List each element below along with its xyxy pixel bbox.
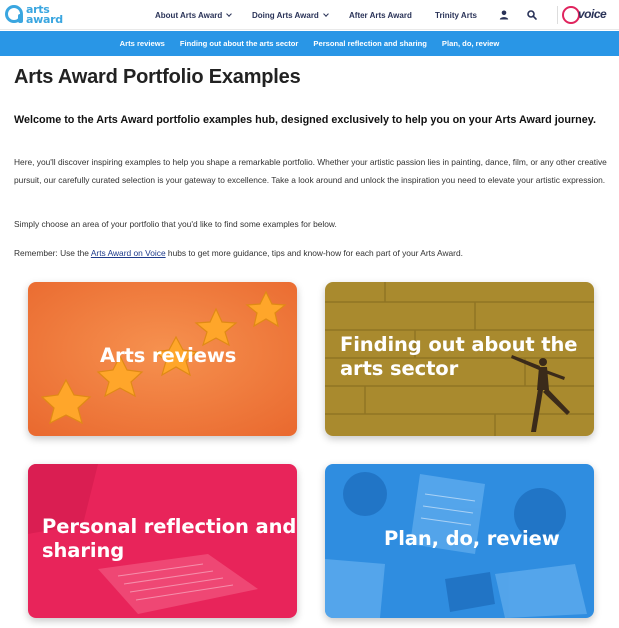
nav-about-label: About Arts Award xyxy=(155,10,223,20)
voice-hubs-link[interactable]: Arts Award on Voice xyxy=(91,248,166,258)
card-label: Finding out about the arts sector xyxy=(340,333,578,380)
card-label: Arts reviews xyxy=(100,344,237,367)
voice-logo[interactable]: voice xyxy=(562,6,618,24)
card-label: Plan, do, review xyxy=(384,527,560,550)
p3-text-before: Remember: Use the xyxy=(14,248,91,258)
nav-about[interactable]: About Arts Award xyxy=(155,0,233,30)
body-paragraph-2: Simply choose an area of your portfolio … xyxy=(14,219,337,229)
nav-trinity[interactable]: Trinity Arts xyxy=(435,0,477,30)
nav-trinity-label: Trinity Arts xyxy=(435,10,477,20)
logo-word-award: award xyxy=(26,13,63,26)
body-paragraph-1: Here, you'll discover inspiring examples… xyxy=(14,157,607,185)
card-plan-do-review[interactable]: Plan, do, review xyxy=(325,464,594,618)
nav-doing-label: Doing Arts Award xyxy=(252,10,319,20)
card-finding-out[interactable]: Finding out about the arts sector xyxy=(325,282,594,436)
nav-doing[interactable]: Doing Arts Award xyxy=(252,0,329,30)
intro-text: Welcome to the Arts Award portfolio exam… xyxy=(14,114,596,126)
user-icon[interactable] xyxy=(498,9,510,21)
page-title: Arts Award Portfolio Examples xyxy=(14,66,301,88)
nav-after[interactable]: After Arts Award xyxy=(349,0,412,30)
chevron-down-icon xyxy=(322,10,329,17)
chevron-down-icon xyxy=(226,10,233,17)
card-label: Personal reflection and sharing xyxy=(42,515,297,562)
arts-award-logo[interactable]: arts award xyxy=(5,3,67,26)
section-subnav: Arts reviews Finding out about the arts … xyxy=(0,31,619,56)
subnav-finding-out[interactable]: Finding out about the arts sector xyxy=(180,39,299,48)
header-divider xyxy=(557,6,558,24)
nav-after-label: After Arts Award xyxy=(349,10,412,20)
subnav-arts-reviews[interactable]: Arts reviews xyxy=(120,39,165,48)
body-paragraph-3: Remember: Use the Arts Award on Voice hu… xyxy=(14,245,610,263)
subnav-plan-do-review[interactable]: Plan, do, review xyxy=(442,39,499,48)
p3-text-after: hubs to get more guidance, tips and know… xyxy=(165,248,463,258)
card-arts-reviews[interactable]: Arts reviews xyxy=(28,282,297,436)
search-icon[interactable] xyxy=(526,9,538,21)
card-personal-reflection[interactable]: Personal reflection and sharing xyxy=(28,464,297,618)
logo-tail xyxy=(18,14,23,23)
subnav-personal-reflection[interactable]: Personal reflection and sharing xyxy=(313,39,427,48)
voice-logo-text: voice xyxy=(578,7,607,21)
site-header: arts award About Arts Award Doing Arts A… xyxy=(0,0,619,30)
